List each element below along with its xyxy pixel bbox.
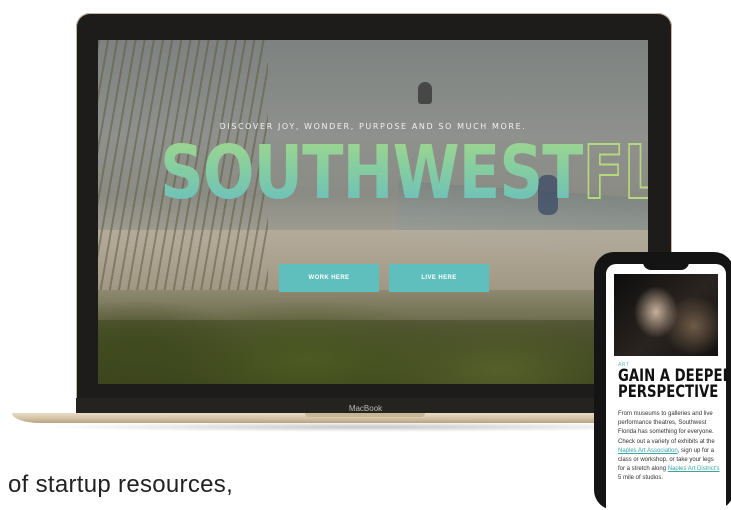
hero-person-figure	[418, 82, 432, 104]
work-here-button[interactable]: WORK HERE	[279, 264, 379, 292]
hero-headline-main: SOUTHWEST	[160, 130, 584, 216]
article-title: GAIN A DEEPER PERSPECTIVE	[618, 368, 726, 402]
hero-headline-outline: FL	[582, 130, 648, 216]
phone-notch	[643, 262, 689, 270]
article-body-part3: 5 mile of studios.	[618, 475, 664, 482]
caption-text: of startup resources,	[8, 471, 234, 498]
phone-screen: ART GAIN A DEEPER PERSPECTIVE From museu…	[606, 264, 726, 510]
article-body: From museums to galleries and live perfo…	[618, 410, 722, 484]
live-here-button[interactable]: LIVE HERE	[389, 264, 489, 292]
hero-foreground-grass	[98, 290, 648, 384]
article-body-part1: From museums to galleries and live perfo…	[618, 411, 715, 445]
laptop-screen: DISCOVER JOY, WONDER, PURPOSE AND SO MUC…	[98, 40, 648, 384]
orchestra-photo	[614, 274, 718, 356]
naples-art-association-link[interactable]: Naples Art Association	[618, 448, 678, 454]
laptop-shadow	[40, 422, 690, 432]
laptop-base-notch	[305, 413, 425, 417]
article-title-line2: PERSPECTIVE	[618, 382, 719, 402]
naples-art-district-link[interactable]: Naples Art District's	[668, 466, 720, 472]
hero-headline: SOUTHWESTFL	[160, 135, 648, 211]
